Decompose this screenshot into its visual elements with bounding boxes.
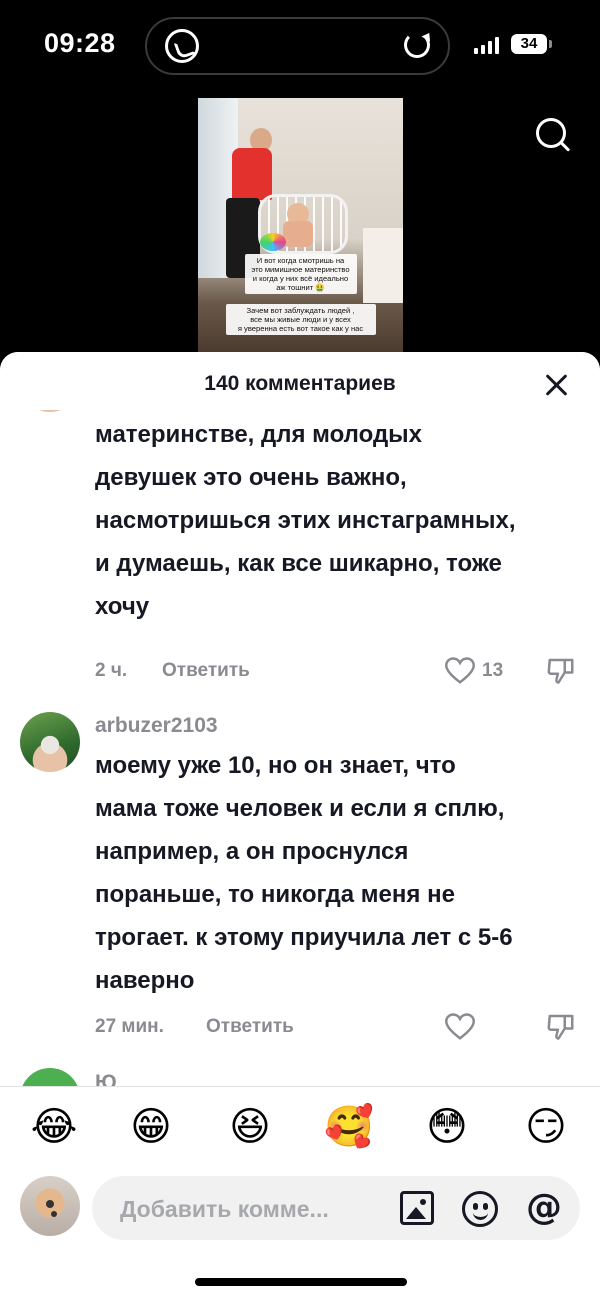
comment-username[interactable]: arbuzer2103 <box>95 714 218 738</box>
video-caption-1: И вот когда смотришь на это мимишное мат… <box>244 254 357 294</box>
emoji-button[interactable]: 😏 <box>522 1103 570 1151</box>
dislike-icon[interactable] <box>546 1011 576 1041</box>
dislike-icon[interactable] <box>546 655 576 685</box>
comment-username[interactable]: Ю <box>95 1071 117 1087</box>
video-child <box>283 203 313 247</box>
comment-text: спасибо вам за правду о материнстве, для… <box>95 392 516 620</box>
avatar[interactable] <box>20 1176 80 1236</box>
emoji-icon[interactable] <box>462 1191 498 1227</box>
close-icon[interactable] <box>544 372 570 398</box>
emoji-button[interactable]: 😁 <box>127 1103 175 1151</box>
like-icon[interactable] <box>444 1013 476 1041</box>
avatar[interactable] <box>20 712 80 772</box>
emoji-button[interactable]: 😆 <box>226 1103 274 1151</box>
comment-time: 27 мин. <box>95 1016 164 1037</box>
video-caption-2: Зачем вот заблуждать людей , все мы живы… <box>225 304 376 335</box>
reply-button[interactable]: Ответить <box>162 660 250 682</box>
emoji-button[interactable]: 🥰 <box>324 1103 374 1151</box>
comment-input-row: Добавить комме... @ <box>0 1170 600 1250</box>
comment-input[interactable]: Добавить комме... @ <box>92 1176 580 1240</box>
reply-button[interactable]: Ответить <box>206 1016 294 1038</box>
mention-icon[interactable]: @ <box>524 1188 564 1228</box>
comment-text: моему уже 10, но он знает, что мама тоже… <box>95 752 513 994</box>
comments-sheet: 140 комментариев спасибо вам за правду о… <box>0 352 600 1300</box>
comments-count-title: 140 комментариев <box>204 372 396 395</box>
like-count: 13 <box>482 660 504 681</box>
battery-icon: 34 <box>511 34 552 54</box>
emoji-button[interactable]: 😂 <box>30 1103 78 1151</box>
status-bar: 09:28 34 <box>0 0 600 90</box>
comment-input-placeholder: Добавить комме... <box>120 1196 329 1222</box>
home-indicator[interactable] <box>195 1278 407 1286</box>
sheet-header: 140 комментариев <box>0 352 600 410</box>
emoji-button[interactable]: 😳 <box>423 1103 471 1151</box>
search-icon[interactable] <box>536 118 570 152</box>
comments-list[interactable]: спасибо вам за правду о материнстве, для… <box>0 392 600 1087</box>
video-table <box>363 228 403 303</box>
status-time: 09:28 <box>44 28 116 58</box>
signal-icon <box>474 36 502 54</box>
video-preview[interactable]: И вот когда смотришь на это мимишное мат… <box>198 98 403 353</box>
emoji-quick-bar: 😂 😁 😆 🥰 😳 😏 <box>0 1097 600 1167</box>
like-icon[interactable] <box>444 657 476 685</box>
avatar[interactable] <box>20 1068 80 1087</box>
image-icon[interactable] <box>400 1191 434 1225</box>
screen-rotation-icon <box>404 32 430 58</box>
comment-time: 2 ч. <box>95 660 128 681</box>
dynamic-island[interactable] <box>145 17 450 75</box>
video-toy <box>260 233 286 251</box>
divider <box>0 1086 600 1087</box>
whatsapp-icon <box>165 29 199 63</box>
